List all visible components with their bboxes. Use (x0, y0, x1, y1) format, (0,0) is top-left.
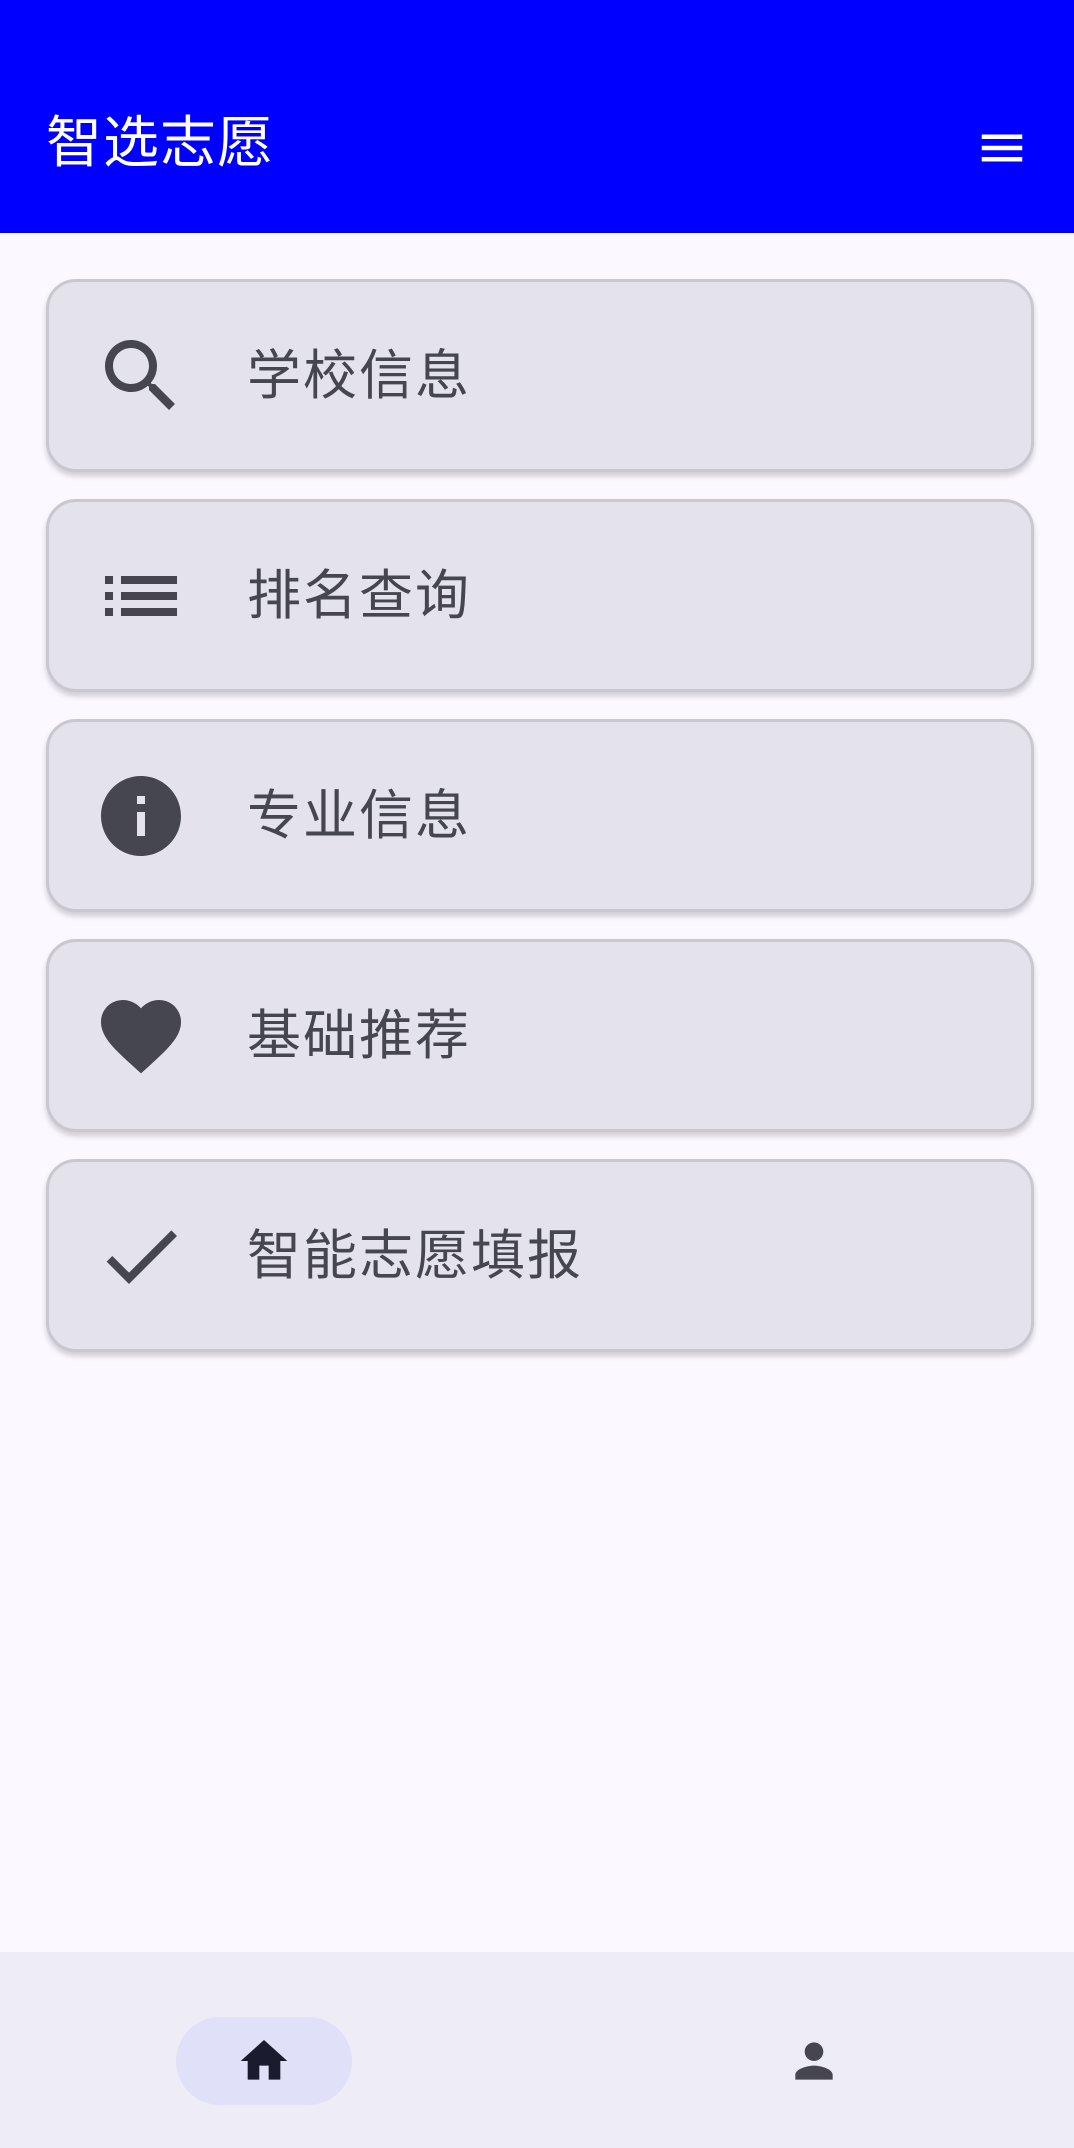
list-icon (93, 548, 189, 644)
app-title: 智选志愿 (46, 111, 274, 176)
major-info-card[interactable]: 专业信息 (46, 719, 1034, 912)
menu-card-list: 学校信息 排名查询 专业信息 基础推荐 智能志愿填报 (46, 279, 1034, 1379)
basic-recommend-label: 基础推荐 (247, 1003, 471, 1067)
major-info-label: 专业信息 (247, 783, 471, 847)
menu-button[interactable] (966, 112, 1038, 184)
basic-recommend-card[interactable]: 基础推荐 (46, 939, 1034, 1132)
heart-icon (93, 988, 189, 1084)
search-icon (93, 328, 189, 424)
bottom-navigation (0, 1952, 1074, 2148)
smart-application-label: 智能志愿填报 (247, 1223, 583, 1287)
nav-home-button[interactable] (176, 2017, 352, 2105)
nav-profile-button[interactable] (726, 2017, 902, 2105)
check-icon (93, 1208, 189, 1304)
person-icon (795, 2042, 833, 2080)
home-icon (240, 2040, 288, 2080)
app-bar: 智选志愿 (0, 0, 1074, 233)
smart-application-card[interactable]: 智能志愿填报 (46, 1159, 1034, 1352)
ranking-query-label: 排名查询 (247, 563, 471, 627)
menu-icon (981, 134, 1023, 162)
school-info-label: 学校信息 (247, 343, 471, 407)
ranking-query-card[interactable]: 排名查询 (46, 499, 1034, 692)
info-icon (93, 768, 189, 864)
school-info-card[interactable]: 学校信息 (46, 279, 1034, 472)
